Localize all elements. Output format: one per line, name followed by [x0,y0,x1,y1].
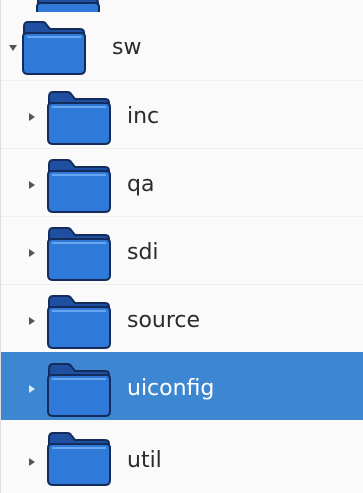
tree-row-qa[interactable]: qa [1,148,363,216]
tree-row-sw[interactable]: sw [1,12,363,80]
folder-icon [20,17,88,75]
folder-icon [45,223,113,281]
collapsed-arrow-icon[interactable] [25,178,39,192]
folder-icon [45,155,113,213]
collapsed-arrow-icon[interactable] [25,246,39,260]
tree-row-sdi[interactable]: sdi [1,216,363,284]
folder-icon [45,428,113,486]
collapsed-arrow-icon[interactable] [25,382,39,396]
tree-item-label: util [127,448,162,473]
tree-row-inc[interactable]: inc [1,80,363,148]
tree-row-uiconfig[interactable]: uiconfig [1,352,363,420]
folder-tree: sw inc qa sdi source uiconfig util [0,0,363,493]
tree-item-label: sw [112,35,142,60]
tree-row-parent[interactable] [1,0,363,45]
tree-row-source[interactable]: source [1,284,363,352]
folder-icon [45,87,113,145]
collapsed-arrow-icon[interactable] [25,314,39,328]
folder-icon [45,291,113,349]
expanded-arrow-icon[interactable] [6,41,20,55]
folder-icon [45,359,113,417]
tree-item-label: inc [127,104,160,129]
tree-item-label: qa [127,172,155,197]
tree-row-util[interactable]: util [1,420,363,488]
tree-item-label: uiconfig [127,376,215,401]
tree-item-label: source [127,308,201,333]
tree-item-label: sdi [127,240,159,265]
collapsed-arrow-icon[interactable] [25,110,39,124]
collapsed-arrow-icon[interactable] [25,455,39,469]
